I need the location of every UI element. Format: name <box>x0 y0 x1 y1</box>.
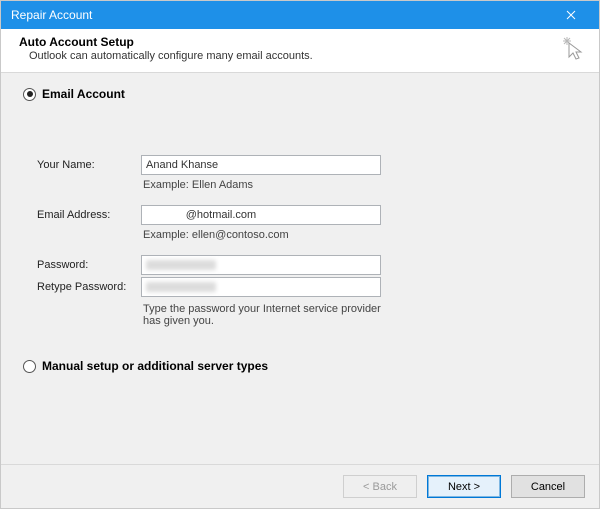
radio-icon <box>23 360 36 373</box>
cursor-spark-icon <box>557 35 585 64</box>
wizard-button-bar: < Back Next > Cancel <box>1 464 599 508</box>
radio-manual-setup-label: Manual setup or additional server types <box>42 359 268 373</box>
close-button[interactable] <box>551 1 591 29</box>
email-label: Email Address: <box>37 209 141 221</box>
cancel-button[interactable]: Cancel <box>511 475 585 498</box>
close-icon <box>566 10 576 20</box>
header-subtitle: Outlook can automatically configure many… <box>29 50 557 62</box>
password-hint: Type the password your Internet service … <box>141 299 391 331</box>
radio-email-account[interactable]: Email Account <box>23 87 577 101</box>
wizard-header: Auto Account Setup Outlook can automatic… <box>1 29 599 73</box>
password-label: Password: <box>37 259 141 271</box>
next-button[interactable]: Next > <box>427 475 501 498</box>
radio-email-account-label: Email Account <box>42 87 125 101</box>
account-form: Your Name: Example: Ellen Adams Email Ad… <box>23 155 577 331</box>
radio-icon <box>23 88 36 101</box>
back-button: < Back <box>343 475 417 498</box>
your-name-hint: Example: Ellen Adams <box>141 177 391 203</box>
titlebar: Repair Account <box>1 1 599 29</box>
header-title: Auto Account Setup <box>19 35 557 49</box>
your-name-label: Your Name: <box>37 159 141 171</box>
email-hint: Example: ellen@contoso.com <box>141 227 391 253</box>
wizard-body: Email Account Your Name: Example: Ellen … <box>1 73 599 464</box>
retype-password-field[interactable] <box>141 277 381 297</box>
window-title: Repair Account <box>11 8 551 22</box>
repair-account-dialog: Repair Account Auto Account Setup Outloo… <box>0 0 600 509</box>
retype-password-label: Retype Password: <box>37 281 141 293</box>
email-field[interactable] <box>141 205 381 225</box>
radio-manual-setup[interactable]: Manual setup or additional server types <box>23 359 577 373</box>
password-field[interactable] <box>141 255 381 275</box>
header-text: Auto Account Setup Outlook can automatic… <box>19 35 557 62</box>
your-name-field[interactable] <box>141 155 381 175</box>
